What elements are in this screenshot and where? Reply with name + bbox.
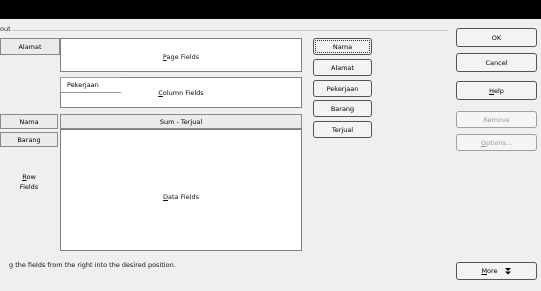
column-fields-label: Column Fields	[60, 89, 302, 97]
layout-frame-line	[0, 30, 448, 31]
page-field-alamat[interactable]: Alamat	[0, 38, 60, 55]
help-button[interactable]: Help	[456, 81, 537, 100]
options-button[interactable]: Options...	[456, 134, 537, 151]
row-field-barang[interactable]: Barang	[0, 132, 58, 147]
page-fields-label: Page Fields	[61, 53, 301, 61]
layout-frame-label: out	[0, 25, 13, 33]
ok-button[interactable]: OK	[456, 28, 537, 47]
page-fields-area[interactable]: Page Fields	[60, 38, 302, 72]
page-fields-label-text: age Fields	[166, 53, 200, 61]
row-fields-label-line2: Fields	[19, 183, 39, 191]
row-field-nama[interactable]: Nama	[0, 114, 58, 129]
data-fields-label-text: ata Fields	[168, 193, 199, 201]
available-field-barang[interactable]: Barang	[313, 100, 372, 117]
data-field-sum-terjual[interactable]: Sum - Terjual	[60, 114, 302, 129]
data-fields-label: Data Fields	[61, 193, 301, 201]
row-fields-label: Row Fields	[0, 172, 58, 192]
options-button-label: ptions...	[485, 138, 513, 147]
more-button-label: ore	[487, 267, 498, 275]
data-fields-area[interactable]: Data Fields	[60, 129, 302, 251]
row-fields-label-text: ow	[26, 173, 36, 181]
remove-button[interactable]: Remove	[456, 111, 537, 128]
available-field-alamat[interactable]: Alamat	[313, 59, 372, 76]
cancel-button[interactable]: Cancel	[456, 53, 537, 72]
help-button-label: elp	[493, 86, 504, 95]
column-fields-label-text: olumn Fields	[162, 89, 204, 97]
more-button[interactable]: More	[456, 262, 537, 280]
available-field-pekerjaan[interactable]: Pekerjaan	[313, 80, 372, 97]
available-field-terjual[interactable]: Terjual	[313, 121, 372, 138]
footer-hint: g the fields from the right into the des…	[9, 261, 176, 269]
available-field-nama[interactable]: Nama	[313, 38, 372, 55]
double-chevron-down-icon	[504, 267, 512, 276]
window-titlebar	[0, 0, 541, 19]
